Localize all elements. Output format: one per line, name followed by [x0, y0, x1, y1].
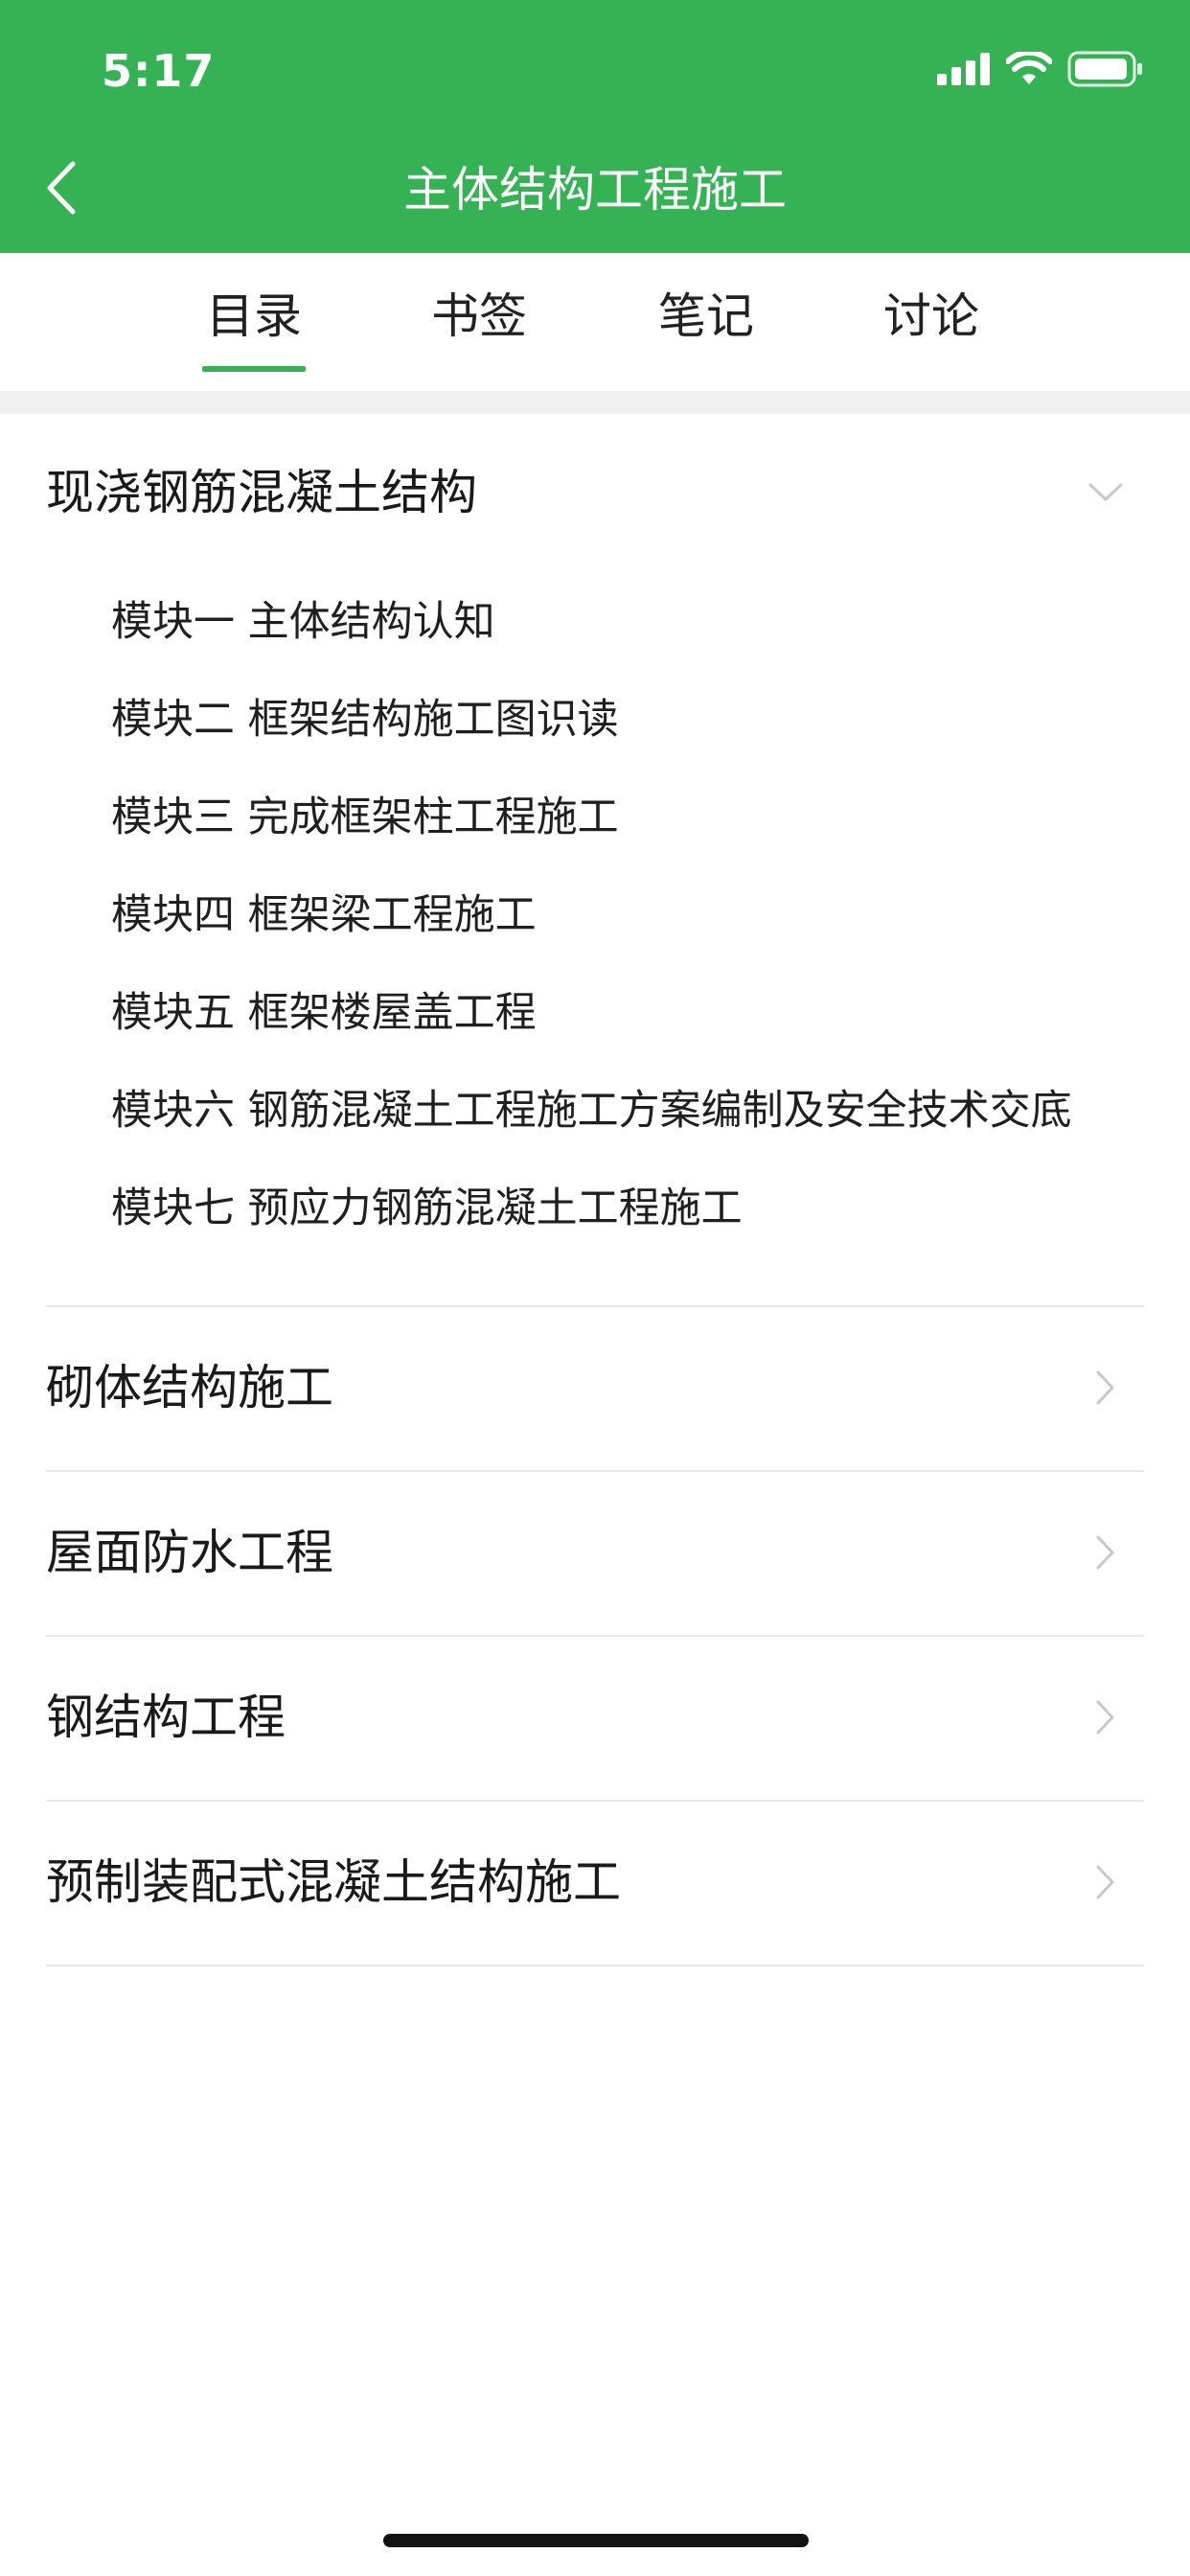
catalog-section-prefab-concrete[interactable]: 预制装配式混凝土结构施工	[0, 1802, 1190, 1965]
module-item-3[interactable]: 模块三 完成框架柱工程施工	[111, 787, 619, 848]
tab-contents[interactable]: 目录	[196, 278, 311, 372]
battery-icon	[1067, 51, 1144, 91]
home-indicator[interactable]	[383, 2534, 809, 2547]
status-icons	[937, 49, 1144, 92]
section-title: 现浇钢筋混凝土结构	[46, 465, 477, 520]
section-title: 屋面防水工程	[46, 1525, 333, 1580]
status-time: 5:17	[102, 45, 216, 97]
module-item-6[interactable]: 模块六 钢筋混凝土工程施工方案编制及安全技术交底	[111, 1080, 1072, 1141]
chevron-right-icon	[1087, 1863, 1125, 1901]
module-item-4[interactable]: 模块四 框架梁工程施工	[111, 885, 537, 946]
nav-header: 5:17 主体结构工程施工	[0, 0, 1190, 253]
section-title: 砌体结构施工	[46, 1360, 333, 1415]
module-item-1[interactable]: 模块一 主体结构认知	[111, 591, 495, 653]
divider	[46, 1965, 1144, 1966]
section-title: 钢结构工程	[46, 1690, 286, 1745]
module-item-2[interactable]: 模块二 框架结构施工图识读	[111, 689, 619, 750]
section-title: 预制装配式混凝土结构施工	[46, 1854, 621, 1910]
cellular-signal-icon	[937, 53, 991, 89]
course-catalog-screen: 5:17 主体结构工程施工 目录 书签 笔记 讨论 现浇钢筋混凝土结构 模块一 …	[0, 0, 1190, 2576]
section-spacer	[0, 391, 1190, 414]
tab-bookmarks[interactable]: 书签	[422, 278, 537, 364]
page-title: 主体结构工程施工	[403, 162, 787, 218]
catalog-section-expanded[interactable]: 现浇钢筋混凝土结构	[0, 414, 1190, 577]
chevron-right-icon	[1087, 1368, 1125, 1407]
tab-discussion[interactable]: 讨论	[874, 278, 989, 364]
catalog-section-masonry[interactable]: 砌体结构施工	[0, 1307, 1190, 1470]
tab-notes[interactable]: 笔记	[649, 278, 764, 364]
wifi-icon	[1005, 49, 1053, 90]
catalog-section-steel-structure[interactable]: 钢结构工程	[0, 1637, 1190, 1800]
chevron-right-icon	[1087, 1698, 1125, 1736]
chevron-right-icon	[1087, 1533, 1125, 1572]
chevron-down-icon	[1087, 473, 1125, 512]
tab-bar: 目录 书签 笔记 讨论	[0, 253, 1190, 391]
catalog-section-roof-waterproofing[interactable]: 屋面防水工程	[0, 1472, 1190, 1635]
module-item-7[interactable]: 模块七 预应力钢筋混凝土工程施工	[111, 1178, 743, 1239]
module-item-5[interactable]: 模块五 框架楼屋盖工程	[111, 982, 537, 1044]
